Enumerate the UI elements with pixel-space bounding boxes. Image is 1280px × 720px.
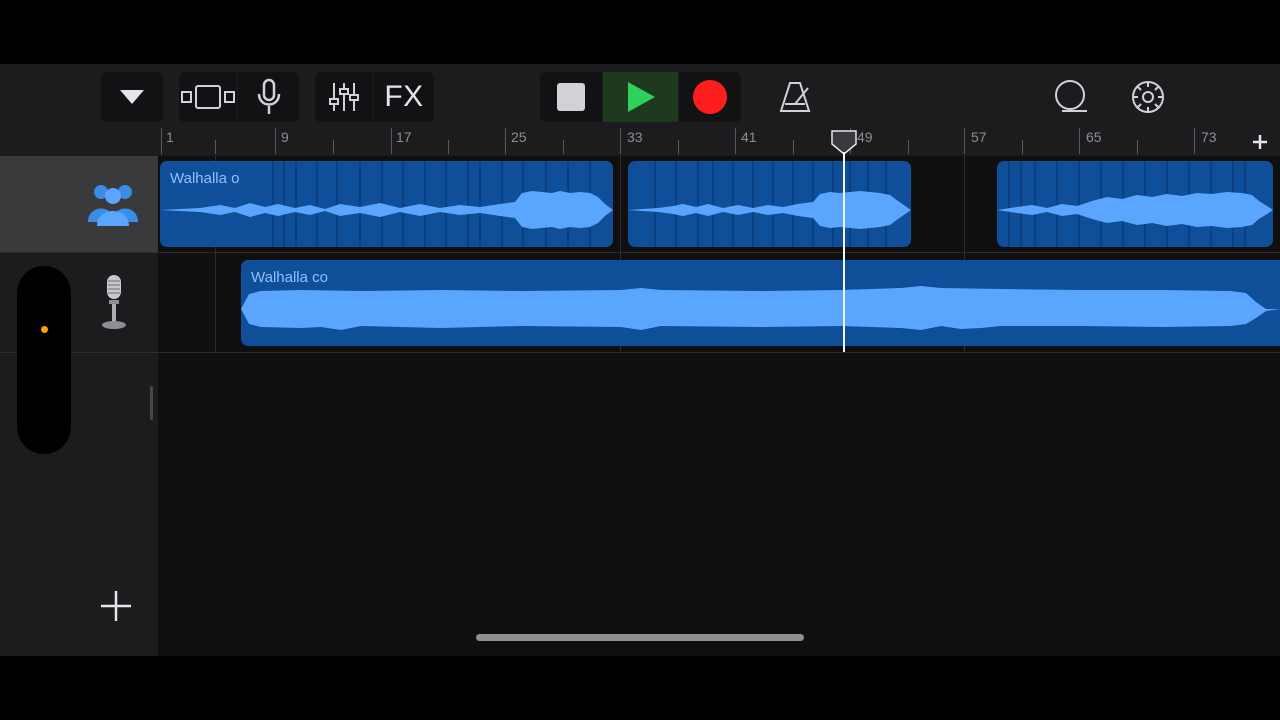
metronome-button[interactable] xyxy=(770,72,820,122)
ruler-tick xyxy=(908,140,909,154)
loop-browser-icon xyxy=(1055,80,1087,112)
metronome-icon xyxy=(779,82,811,112)
ruler-bar-label: 49 xyxy=(857,129,873,145)
region-waveform xyxy=(997,161,1273,247)
record-icon xyxy=(693,80,727,114)
audio-region[interactable] xyxy=(628,161,911,247)
region-waveform xyxy=(628,161,911,247)
ruler-bar-label: 33 xyxy=(627,129,643,145)
settings-gear-icon xyxy=(1132,81,1164,113)
play-icon xyxy=(627,82,655,112)
loop-browser-button[interactable] xyxy=(1045,72,1095,122)
studio-microphone-icon xyxy=(102,275,126,329)
stop-button[interactable] xyxy=(540,72,602,122)
ruler-tick xyxy=(964,128,965,154)
add-section-button[interactable] xyxy=(1246,130,1274,154)
fx-button[interactable]: FX xyxy=(374,72,434,122)
ruler-tick xyxy=(678,140,679,154)
ruler-tick xyxy=(215,140,216,154)
ruler-tick xyxy=(505,128,506,154)
track-view-button[interactable] xyxy=(179,72,237,122)
ruler-tick xyxy=(1079,128,1080,154)
track-volume-slider[interactable] xyxy=(17,266,71,454)
ruler-tick xyxy=(391,128,392,154)
ruler-tick xyxy=(448,140,449,154)
ruler-tick xyxy=(333,140,334,154)
track-headers xyxy=(0,156,158,656)
browser-dropdown-button[interactable] xyxy=(101,72,163,122)
audio-region[interactable] xyxy=(997,161,1273,247)
track-row-divider xyxy=(158,352,1280,353)
plus-icon xyxy=(101,591,131,621)
garageband-app: FX 1 9 17 25 33 41 49 57 65 73 Walhalla … xyxy=(0,64,1280,656)
track-header-drummer[interactable] xyxy=(0,156,158,252)
ruler-tick xyxy=(1137,140,1138,154)
play-button[interactable] xyxy=(603,72,678,122)
header-resize-handle[interactable] xyxy=(150,386,153,420)
mixer-button[interactable] xyxy=(315,72,373,122)
microphone-icon xyxy=(257,78,280,114)
ruler-tick xyxy=(161,128,162,154)
playhead-line xyxy=(843,156,845,352)
region-label: Walhalla co xyxy=(251,269,328,286)
audio-region[interactable]: Walhalla co xyxy=(241,260,1280,346)
playhead-line-ruler xyxy=(843,152,845,158)
fx-label: FX xyxy=(384,80,424,113)
plus-icon xyxy=(1253,135,1267,149)
region-waveform xyxy=(241,286,1280,330)
bar-ruler[interactable]: 1 9 17 25 33 41 49 57 65 73 xyxy=(158,128,1280,156)
ruler-tick xyxy=(275,128,276,154)
smart-controls-mic-button[interactable] xyxy=(238,72,299,122)
ruler-tick xyxy=(563,140,564,154)
add-track-button[interactable] xyxy=(96,586,136,626)
tracks-timeline[interactable]: Walhalla o Walhalla co xyxy=(158,156,1280,656)
record-button[interactable] xyxy=(679,72,741,122)
ruler-bar-label: 9 xyxy=(281,129,289,145)
ruler-tick xyxy=(793,140,794,154)
ruler-bar-label: 25 xyxy=(511,129,527,145)
home-indicator xyxy=(476,634,804,641)
chevron-down-icon xyxy=(120,90,144,104)
ruler-bar-label: 73 xyxy=(1201,129,1217,145)
track-row-divider xyxy=(158,252,1280,253)
ruler-bar-label: 65 xyxy=(1086,129,1102,145)
ruler-tick xyxy=(1022,140,1023,154)
volume-indicator-dot xyxy=(41,326,48,333)
stop-icon xyxy=(557,83,585,111)
mixer-icon xyxy=(329,83,359,111)
ruler-tick xyxy=(1194,128,1195,154)
ruler-tick xyxy=(620,128,621,154)
track-view-icon xyxy=(181,85,235,109)
ruler-bar-label: 17 xyxy=(396,129,412,145)
ruler-tick xyxy=(735,128,736,154)
settings-button[interactable] xyxy=(1123,72,1173,122)
audio-region[interactable]: Walhalla o xyxy=(160,161,613,247)
drummer-group-icon xyxy=(88,185,138,226)
ruler-bar-label: 1 xyxy=(166,129,174,145)
ruler-bar-label: 57 xyxy=(971,129,987,145)
region-label: Walhalla o xyxy=(170,170,240,187)
ruler-bar-label: 41 xyxy=(741,129,757,145)
